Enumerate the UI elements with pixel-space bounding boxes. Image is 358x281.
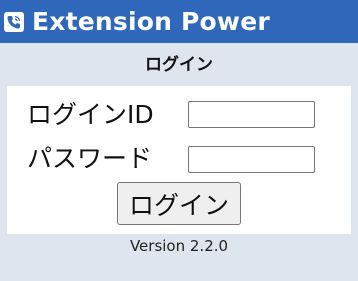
login-id-label: ログインID [27, 100, 154, 129]
password-label: パスワード [27, 144, 153, 173]
version-text: Version 2.2.0 [129, 237, 229, 255]
phone-icon [4, 11, 24, 32]
login-id-input[interactable] [188, 101, 315, 128]
app-title: Extension Power [32, 7, 270, 36]
page-title: ログイン [145, 55, 213, 75]
password-input[interactable] [188, 146, 315, 173]
login-button[interactable]: ログイン [117, 182, 241, 225]
login-form: ログインID パスワード ログイン [7, 86, 351, 234]
app-header: Extension Power [0, 0, 358, 43]
